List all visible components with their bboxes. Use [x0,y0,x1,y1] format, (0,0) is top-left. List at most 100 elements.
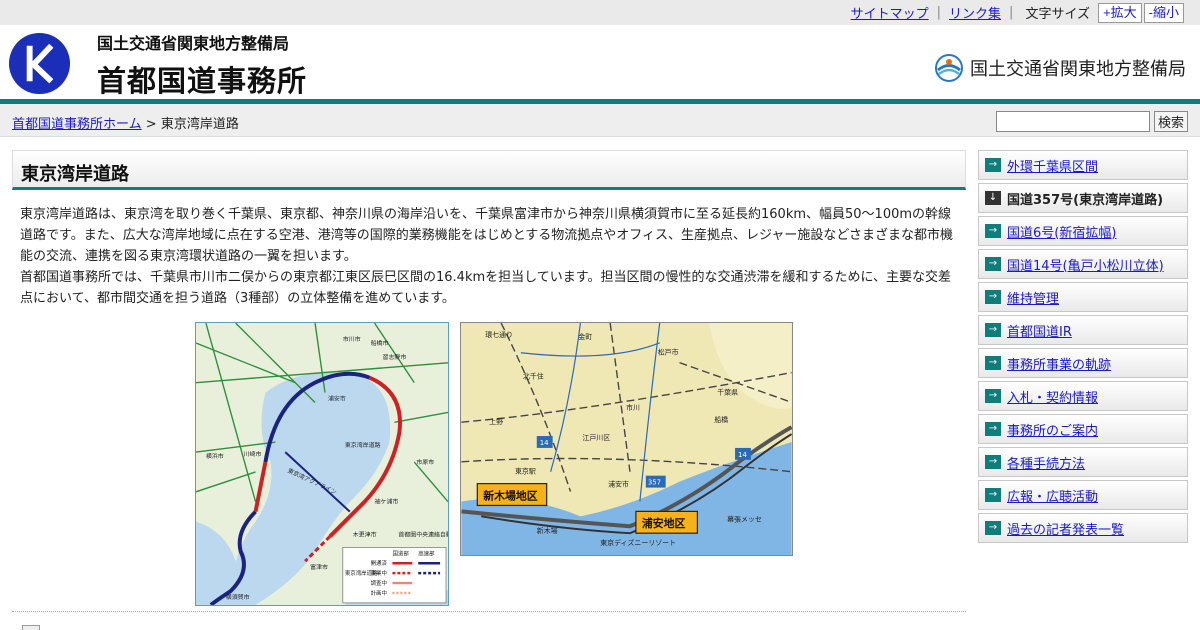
sidebar-item-label[interactable]: 事務所のご案内 [1007,420,1098,439]
sidebar-item-11[interactable]: → 過去の記者発表一覧 [978,513,1188,543]
legend-header-express: 高速部 [418,549,435,557]
breadcrumb-separator: > [145,117,157,132]
arrow-right-icon: → [985,224,1001,238]
urayasu-detail-map[interactable]: 金町 松戸市 千葉県 北千住 上野 市川 船橋 東京駅 江戸川区 浦安市 東京デ… [460,322,793,556]
site-header: 国土交通省関東地方整備局 首都国道事務所 国土交通省関東地方整備局 [0,25,1200,99]
legend-row-open: 開通済 [371,559,388,567]
sidebar-item-label[interactable]: 国道14号(亀戸小松川立体) [1007,255,1164,274]
arrow-right-icon: → [985,158,1001,172]
map1-label-narashino: 習志野市 [383,353,407,361]
sidebar-item-5[interactable]: → 首都国道IR [978,315,1188,345]
map2-label-urayasu: 浦安市 [608,480,629,489]
arrow-right-icon: → [985,323,1001,337]
map1-legend: 国道部 高速部 東京湾岸道路 開通済 事業中 調査中 計画中 [342,547,447,604]
map2-label-chiba: 千葉県 [717,387,738,396]
sidebar-item-4[interactable]: → 維持管理 [978,282,1188,312]
sidebar-item-label: 国道357号(東京湾岸道路) [1007,192,1164,208]
utility-bar: サイトマップ | リンク集 | 文字サイズ +拡大 -縮小 [0,0,1200,25]
sidebar-item-label[interactable]: 広報・広聴活動 [1007,486,1098,505]
arrow-right-icon: → [985,521,1001,535]
sidebar-item-label[interactable]: 入札・契約情報 [1007,387,1098,406]
map1-label-funabashi: 船橋市 [371,339,389,347]
breadcrumb: 首都国道事務所ホーム > 東京湾岸道路 [12,113,239,132]
arrow-right-icon: → [985,488,1001,502]
font-enlarge-button[interactable]: +拡大 [1098,2,1142,23]
callout-shinkiba: 新木場地区 [476,483,548,507]
sidebar-item-1[interactable]: ↓ 国道357号(東京湾岸道路) [978,183,1188,213]
map2-label-shinkiba: 新木場 [537,526,558,535]
map2-label-makuhari: 幕張メッセ [727,514,762,523]
sidebar-item-label[interactable]: 各種手続方法 [1007,453,1085,472]
arrow-right-icon: → [985,290,1001,304]
font-size-label: 文字サイズ [1025,7,1091,22]
section-divider [12,611,966,612]
map2-label-funabashi: 船橋 [714,415,728,424]
map2-label-tokyo-station: 東京駅 [515,467,536,476]
mlit-logo[interactable]: 国土交通省関東地方整備局 [934,53,1186,83]
util-separator: | [936,5,942,20]
map2-label-kannana: 環七通り [485,330,513,339]
mlit-emblem-icon [935,54,963,82]
next-section-label [48,623,52,630]
map2-label-ueno: 上野 [489,417,503,426]
map1-label-sodegaura: 袖ケ浦市 [375,498,399,506]
map1-label-kisarazu: 木更津市 [353,530,377,538]
sidebar-item-7[interactable]: → 入札・契約情報 [978,381,1188,411]
sidebar-item-9[interactable]: → 各種手続方法 [978,447,1188,477]
search-input[interactable] [995,111,1150,132]
legend-row-project: 事業中 [371,569,387,577]
intro-paragraph-2: 首都国道事務所では、千葉県市川市二俣からの東京都江東区辰巳区間の16.4kmを担… [20,270,952,306]
map1-label-wangan: 東京湾岸道路 [345,441,381,449]
sidebar-item-label[interactable]: 維持管理 [1007,288,1059,307]
breadcrumb-home-link[interactable]: 首都国道事務所ホーム [12,117,142,132]
util-separator: | [1009,5,1014,20]
sidebar-item-label[interactable]: 国道6号(新宿拡幅) [1007,222,1116,241]
map2-label-disney: 東京ディズニーリゾート [600,538,676,547]
map1-label-kenodo: 首都圏中央連絡自動車道 [398,530,449,538]
svg-text:新木場地区: 新木場地区 [483,488,538,502]
sidebar-item-10[interactable]: → 広報・広聴活動 [978,480,1188,510]
svg-text:14: 14 [738,451,747,459]
next-section-heading [22,623,52,630]
map2-label-kitasenju: 北千住 [523,372,544,381]
svg-text:浦安地区: 浦安地区 [642,516,686,530]
sidebar-item-3[interactable]: → 国道14号(亀戸小松川立体) [978,249,1188,279]
map1-label-yokohama: 横浜市 [206,452,224,460]
map1-label-ichihara: 市原市 [416,458,434,466]
sidebar-item-0[interactable]: → 外環千葉県区間 [978,150,1188,180]
sidebar-item-6[interactable]: → 事務所事業の軌跡 [978,348,1188,378]
map2-label-kanamachi: 金町 [578,332,592,341]
map1-label-kawasaki: 川崎市 [244,450,262,458]
office-name[interactable]: 首都国道事務所 [97,58,307,100]
office-logo-icon[interactable] [8,32,71,95]
sidebar-item-8[interactable]: → 事務所のご案内 [978,414,1188,444]
route-shield-14b: 14 [735,447,751,460]
sidebar-item-label[interactable]: 首都国道IR [1007,321,1072,340]
page-title: 東京湾岸道路 [12,150,966,190]
arrow-right-icon: → [985,422,1001,436]
search-button[interactable]: 検索 [1153,111,1188,132]
legend-row-plan: 計画中 [371,589,387,597]
svg-text:14: 14 [540,439,549,447]
sidebar-item-label[interactable]: 過去の記者発表一覧 [1007,519,1124,538]
main-content: 東京湾岸道路 東京湾岸道路は、東京湾を取り巻く千葉県、東京都、神奈川県の海岸沿い… [12,150,966,630]
legend-row-survey: 調査中 [371,579,387,587]
map-images: 市川市 船橋市 習志野市 浦安市 東京湾岸道路 東京湾アクアライン 横浜市 川崎… [195,322,795,606]
bureau-name: 国土交通省関東地方整備局 [97,34,290,53]
sidebar-item-label[interactable]: 事務所事業の軌跡 [1007,354,1111,373]
map1-label-futtsu: 富津市 [310,563,328,571]
breadcrumb-current: 東京湾岸道路 [160,117,239,132]
mlit-name: 国土交通省関東地方整備局 [970,59,1186,80]
legend-header-national: 国道部 [392,549,409,557]
svg-text:357: 357 [648,479,661,487]
search-form: 検索 [995,111,1188,132]
tokyo-bay-overview-map[interactable]: 市川市 船橋市 習志野市 浦安市 東京湾岸道路 東京湾アクアライン 横浜市 川崎… [195,322,449,606]
arrow-right-icon: → [985,455,1001,469]
sitemap-link[interactable]: サイトマップ [851,3,929,22]
font-shrink-button[interactable]: -縮小 [1143,2,1184,23]
sidebar-item-label[interactable]: 外環千葉県区間 [1007,156,1098,175]
sidebar-item-2[interactable]: → 国道6号(新宿拡幅) [978,216,1188,246]
intro-paragraph-1: 東京湾岸道路は、東京湾を取り巻く千葉県、東京都、神奈川県の海岸沿いを、千葉県富津… [20,207,954,264]
links-link[interactable]: リンク集 [949,3,1001,22]
arrow-down-icon: ↓ [985,191,1001,205]
